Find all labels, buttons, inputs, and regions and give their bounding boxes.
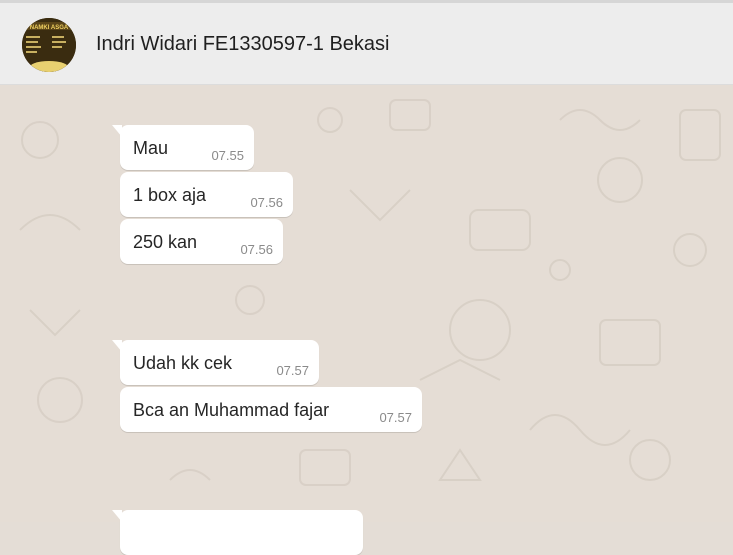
bubble-tail (112, 510, 122, 522)
message-text: 1 box aja (133, 185, 207, 205)
message-bubble[interactable]: 1 box aja 07.56 (120, 172, 293, 217)
message-bubble[interactable]: Mau 07.55 (112, 125, 254, 170)
message-time: 07.57 (379, 410, 412, 425)
message-time: 07.55 (211, 148, 244, 163)
message-text: Mau (133, 138, 169, 158)
message-bubble[interactable]: Udah kk cek 07.57 (112, 340, 319, 385)
message-time: 07.56 (240, 242, 273, 257)
contact-name: Indri Widari FE1330597-1 Bekasi (96, 33, 390, 55)
bubble-tail (112, 340, 122, 352)
message-bubble[interactable] (112, 510, 363, 555)
message-text: Bca an Muhammad fajar (133, 400, 330, 420)
message-bubble[interactable]: Bca an Muhammad fajar 07.57 (120, 387, 422, 432)
svg-text:NAMKI ASGA: NAMKI ASGA (30, 25, 69, 31)
message-bubble[interactable]: 250 kan 07.56 (120, 219, 283, 264)
message-time: 07.56 (250, 195, 283, 210)
message-text: Udah kk cek (133, 353, 233, 373)
chat-header: NAMKI ASGA Indri Widari FE1330597-1 Beka… (0, 0, 733, 85)
avatar-image: NAMKI ASGA (22, 18, 76, 72)
message-time: 07.57 (276, 363, 309, 378)
contact-avatar[interactable]: NAMKI ASGA (22, 18, 76, 72)
message-text: 250 kan (133, 232, 198, 252)
bubble-tail (112, 125, 122, 137)
